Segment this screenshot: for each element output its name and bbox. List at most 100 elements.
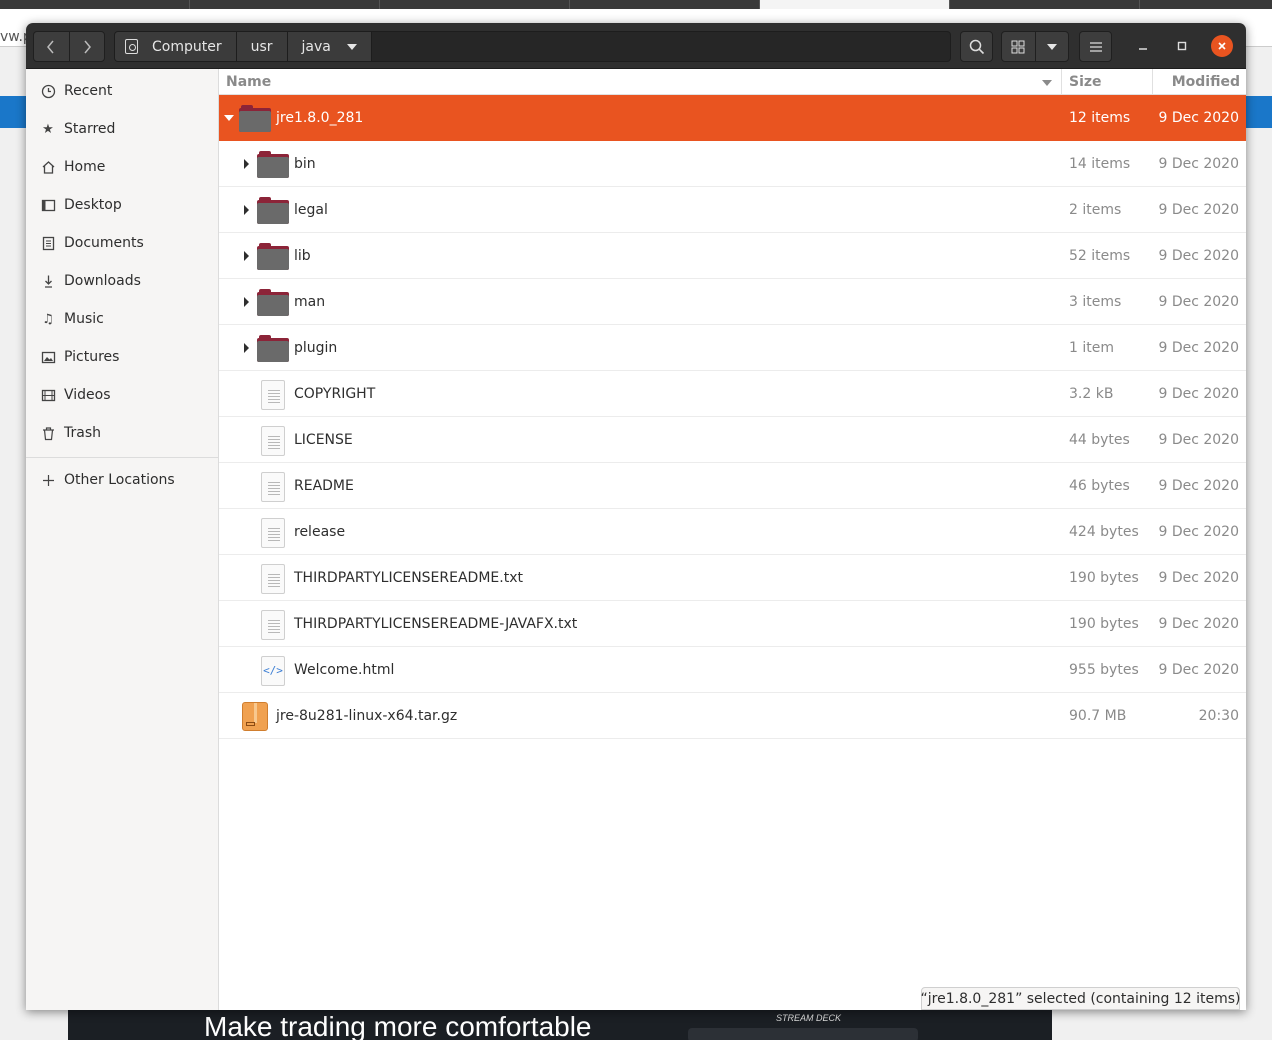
- folder-row[interactable]: plugin 1 item 9 Dec 2020: [219, 325, 1246, 371]
- file-modified: 9 Dec 2020: [1158, 248, 1239, 264]
- sidebar-item-label: Starred: [64, 121, 116, 137]
- folder-icon: [257, 149, 289, 179]
- column-header-size[interactable]: Size: [1069, 69, 1102, 95]
- drive-icon: [125, 39, 138, 54]
- column-header-name[interactable]: Name: [226, 69, 271, 95]
- file-name: bin: [294, 156, 316, 172]
- sidebar-item-label: Documents: [64, 235, 144, 251]
- file-modified: 9 Dec 2020: [1158, 340, 1239, 356]
- maximize-button[interactable]: [1171, 35, 1193, 57]
- web-advertisement[interactable]: Make trading more comfortable STREAM DEC…: [68, 1010, 1052, 1040]
- text-file-icon: [257, 425, 289, 456]
- path-crumb-label: java: [301, 38, 331, 55]
- file-row[interactable]: LICENSE 44 bytes 9 Dec 2020: [219, 417, 1246, 463]
- browser-tab[interactable]: [0, 0, 190, 9]
- menu-button[interactable]: [1079, 31, 1112, 62]
- sidebar-item-downloads[interactable]: Downloads: [26, 262, 218, 300]
- folder-row[interactable]: man 3 items 9 Dec 2020: [219, 279, 1246, 325]
- sidebar-item-videos[interactable]: Videos: [26, 376, 218, 414]
- close-button[interactable]: [1211, 35, 1233, 57]
- sidebar-item-trash[interactable]: Trash: [26, 414, 218, 452]
- expander-closed-icon[interactable]: [244, 205, 249, 215]
- file-row[interactable]: </> Welcome.html 955 bytes 9 Dec 2020: [219, 647, 1246, 693]
- home-icon: [40, 159, 56, 175]
- sidebar-item-label: Desktop: [64, 197, 122, 213]
- text-file-icon: [257, 517, 289, 548]
- chevron-left-icon: [47, 40, 55, 53]
- expander-closed-icon[interactable]: [244, 251, 249, 261]
- path-crumb-usr[interactable]: usr: [236, 32, 288, 61]
- forward-button[interactable]: [68, 32, 104, 61]
- column-divider[interactable]: [1152, 69, 1153, 95]
- music-icon: ♫: [42, 311, 54, 327]
- file-name: COPYRIGHT: [294, 386, 376, 402]
- file-name: jre1.8.0_281: [276, 110, 364, 126]
- column-header-modified[interactable]: Modified: [1172, 69, 1240, 95]
- browser-tab[interactable]: [190, 0, 380, 9]
- search-button[interactable]: [960, 31, 993, 62]
- path-crumb-computer[interactable]: Computer: [115, 32, 237, 61]
- picture-icon: [40, 349, 56, 365]
- file-modified: 9 Dec 2020: [1158, 294, 1239, 310]
- sidebar-item-starred[interactable]: ★ Starred: [26, 110, 218, 148]
- view-options-button[interactable]: [1034, 32, 1068, 61]
- sidebar-item-desktop[interactable]: Desktop: [26, 186, 218, 224]
- file-name: THIRDPARTYLICENSEREADME-JAVAFX.txt: [294, 616, 578, 632]
- folder-row[interactable]: bin 14 items 9 Dec 2020: [219, 141, 1246, 187]
- file-row[interactable]: README 46 bytes 9 Dec 2020: [219, 463, 1246, 509]
- file-name: Welcome.html: [294, 662, 395, 678]
- browser-tab[interactable]: [380, 0, 570, 9]
- navigation-buttons: [33, 31, 105, 62]
- sidebar-item-recent[interactable]: Recent: [26, 72, 218, 110]
- expander-closed-icon[interactable]: [244, 297, 249, 307]
- file-manager-window: Computer usr java Recent ★ Starred Home …: [26, 23, 1246, 1010]
- grid-icon: [1011, 40, 1025, 53]
- file-size: 52 items: [1069, 248, 1131, 264]
- file-row[interactable]: THIRDPARTYLICENSEREADME.txt 190 bytes 9 De…: [219, 555, 1246, 601]
- file-size: 12 items: [1069, 110, 1131, 126]
- text-file-icon: [257, 379, 289, 410]
- column-divider[interactable]: [1061, 69, 1062, 95]
- file-row[interactable]: release 424 bytes 9 Dec 2020: [219, 509, 1246, 555]
- search-icon: [969, 39, 984, 54]
- browser-tab-active[interactable]: [760, 0, 950, 9]
- expander-closed-icon[interactable]: [244, 159, 249, 169]
- minimize-button[interactable]: [1132, 35, 1154, 57]
- archive-icon: [239, 701, 271, 731]
- back-button[interactable]: [34, 32, 69, 61]
- file-row[interactable]: THIRDPARTYLICENSEREADME-JAVAFX.txt 190 by…: [219, 601, 1246, 647]
- text-file-icon: [257, 609, 289, 640]
- folder-row[interactable]: lib 52 items 9 Dec 2020: [219, 233, 1246, 279]
- sidebar-item-music[interactable]: ♫ Music: [26, 300, 218, 338]
- expander-open-icon[interactable]: [224, 115, 234, 121]
- sidebar-item-home[interactable]: Home: [26, 148, 218, 186]
- sidebar-item-other-locations[interactable]: Other Locations: [26, 461, 218, 499]
- path-crumb-java[interactable]: java: [287, 32, 372, 61]
- file-name: jre-8u281-linux-x64.tar.gz: [276, 708, 458, 724]
- browser-tab[interactable]: [950, 0, 1140, 9]
- file-name: README: [294, 478, 354, 494]
- sidebar-item-label: Recent: [64, 83, 113, 99]
- sidebar-item-label: Other Locations: [64, 472, 175, 488]
- sidebar-divider: [26, 457, 218, 458]
- file-size: 424 bytes: [1069, 524, 1139, 540]
- file-size: 3 items: [1069, 294, 1122, 310]
- file-row[interactable]: COPYRIGHT 3.2 kB 9 Dec 2020: [219, 371, 1246, 417]
- folder-row[interactable]: legal 2 items 9 Dec 2020: [219, 187, 1246, 233]
- file-modified: 9 Dec 2020: [1158, 662, 1239, 678]
- sidebar-item-documents[interactable]: Documents: [26, 224, 218, 262]
- sidebar-item-pictures[interactable]: Pictures: [26, 338, 218, 376]
- file-name: LICENSE: [294, 432, 353, 448]
- trash-icon: [40, 425, 56, 441]
- browser-tab[interactable]: [570, 0, 760, 9]
- grid-view-button[interactable]: [1002, 32, 1035, 61]
- sidebar-item-label: Downloads: [64, 273, 141, 289]
- star-icon: ★: [42, 121, 54, 137]
- file-row[interactable]: jre-8u281-linux-x64.tar.gz 90.7 MB 20:30: [219, 693, 1246, 739]
- expander-closed-icon[interactable]: [244, 343, 249, 353]
- minimize-icon: [1139, 48, 1147, 50]
- folder-row[interactable]: jre1.8.0_281 12 items 9 Dec 2020: [219, 95, 1246, 141]
- header-bar: Computer usr java: [26, 23, 1246, 69]
- file-modified: 9 Dec 2020: [1158, 202, 1239, 218]
- file-size: 2 items: [1069, 202, 1122, 218]
